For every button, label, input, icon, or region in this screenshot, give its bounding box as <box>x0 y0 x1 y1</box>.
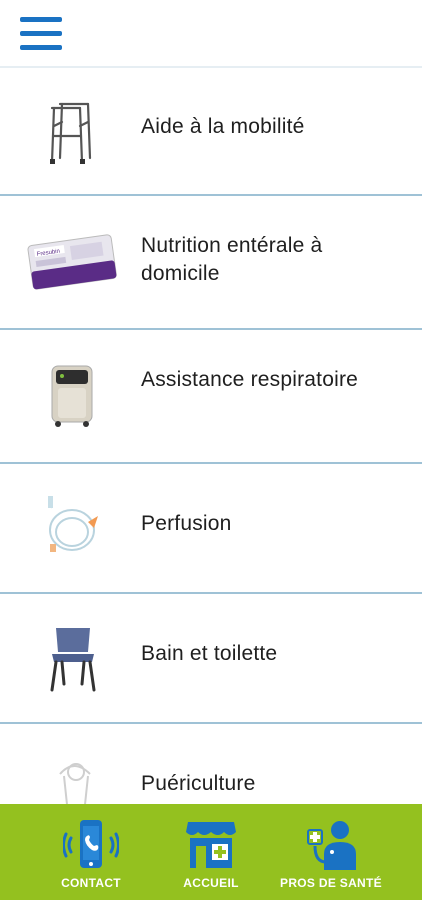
contact-button[interactable]: CONTACT <box>26 804 156 900</box>
category-label: Nutrition entérale à domicile <box>141 234 323 285</box>
pros-sante-label: PROS DE SANTÉ <box>280 876 382 890</box>
category-label: Aide à la mobilité <box>141 115 305 138</box>
bottom-navigation: CONTACT ACCUEIL PROS DE SANTÉ <box>0 804 422 900</box>
category-label: Bain et toilette <box>141 642 278 665</box>
category-label: Assistance respiratoire <box>141 368 359 391</box>
breast-pump-icon <box>22 754 122 804</box>
infusion-tube-icon <box>22 494 122 564</box>
category-item-perfusion[interactable]: Perfusion <box>0 464 422 594</box>
category-label: Puériculture <box>141 772 256 795</box>
oxygen-concentrator-icon <box>22 360 122 430</box>
category-label: Perfusion <box>141 512 232 535</box>
doctor-stethoscope-icon <box>302 818 360 877</box>
category-item-bain-toilette[interactable]: Bain et toilette <box>0 594 422 724</box>
accueil-label: ACCUEIL <box>183 876 239 890</box>
hamburger-menu-icon[interactable] <box>20 17 62 51</box>
pros-sante-button[interactable]: PROS DE SANTÉ <box>266 804 396 900</box>
category-item-puericulture[interactable]: Puériculture <box>0 724 422 804</box>
commode-chair-icon <box>22 624 122 694</box>
walker-icon <box>22 96 122 166</box>
contact-label: CONTACT <box>61 876 121 890</box>
pharmacy-store-icon <box>184 818 238 875</box>
phone-icon <box>62 818 120 877</box>
top-bar <box>0 0 422 68</box>
category-item-respiratoire[interactable]: Assistance respiratoire <box>0 330 422 464</box>
category-list: Aide à la mobilité Fresubin Nutrition en… <box>0 68 422 804</box>
nutrition-pack-icon: Fresubin <box>22 226 122 296</box>
accueil-button[interactable]: ACCUEIL <box>146 804 276 900</box>
category-item-aide-mobilite[interactable]: Aide à la mobilité <box>0 68 422 196</box>
category-item-nutrition[interactable]: Fresubin Nutrition entérale à domicile <box>0 196 422 330</box>
